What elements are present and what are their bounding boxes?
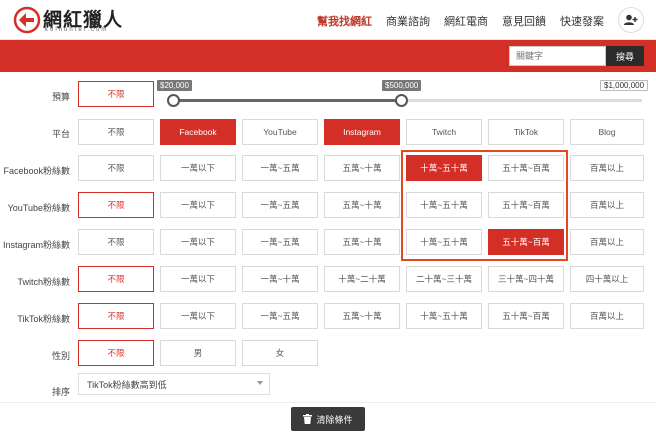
tiktok-opt-3[interactable]: 五萬~十萬 xyxy=(324,303,400,329)
platform-label: 平台 xyxy=(51,129,70,139)
twitch-opt-4[interactable]: 二十萬~三十萬 xyxy=(406,266,482,292)
budget-min-handle[interactable] xyxy=(167,94,180,107)
gender-label: 性別 xyxy=(51,351,70,361)
highlight-box xyxy=(401,150,568,261)
platform-facebook[interactable]: Facebook xyxy=(160,119,236,145)
tiktok-opt-1[interactable]: 一萬以下 xyxy=(160,303,236,329)
tiktok-opt-5[interactable]: 五十萬~百萬 xyxy=(488,303,564,329)
nav-quick-post[interactable]: 快速發案 xyxy=(560,13,604,29)
instagram-opt-unlimited[interactable]: 不限 xyxy=(78,229,154,255)
gender-opt-female[interactable]: 女 xyxy=(242,340,318,366)
budget-max-tag: $1,000,000 xyxy=(600,80,649,91)
budget-min-tag: $20,000 xyxy=(157,80,192,91)
instagram-opt-1[interactable]: 一萬以下 xyxy=(160,229,236,255)
sort-label: 排序 xyxy=(51,387,70,397)
facebook-opt-3[interactable]: 五萬~十萬 xyxy=(324,155,400,181)
platform-instagram[interactable]: Instagram xyxy=(324,119,400,145)
nav-find-kol[interactable]: 幫我找網紅 xyxy=(317,13,372,29)
clear-filters-button[interactable]: 清除條件 xyxy=(291,407,365,431)
youtube-opt-6[interactable]: 百萬以上 xyxy=(570,192,644,218)
twitch-opt-unlimited[interactable]: 不限 xyxy=(78,266,154,292)
budget-mid-tag: $500,000 xyxy=(382,80,422,91)
twitch-opt-1[interactable]: 一萬以下 xyxy=(160,266,236,292)
search-input[interactable] xyxy=(509,46,606,66)
budget-slider-range xyxy=(172,99,401,102)
tiktok-opt-unlimited[interactable]: 不限 xyxy=(78,303,154,329)
tiktok-opt-2[interactable]: 一萬~五萬 xyxy=(242,303,318,329)
instagram-opt-6[interactable]: 百萬以上 xyxy=(570,229,644,255)
budget-label: 預算 xyxy=(51,92,70,102)
tiktok-followers-label: TikTok粉絲數 xyxy=(17,314,70,324)
search-button[interactable]: 搜尋 xyxy=(606,46,644,66)
platform-unlimited[interactable]: 不限 xyxy=(78,119,154,145)
add-user-icon xyxy=(624,14,638,25)
tiktok-opt-6[interactable]: 百萬以上 xyxy=(570,303,644,329)
gender-opt-unlimited[interactable]: 不限 xyxy=(78,340,154,366)
nav-kol-ecommerce[interactable]: 網紅電商 xyxy=(444,13,488,29)
instagram-followers-label: Instagram粉絲數 xyxy=(2,240,70,250)
facebook-opt-2[interactable]: 一萬~五萬 xyxy=(242,155,318,181)
add-user-button[interactable] xyxy=(618,7,644,33)
nav-feedback[interactable]: 意見回饋 xyxy=(502,13,546,29)
budget-unlimited[interactable]: 不限 xyxy=(78,81,154,107)
platform-tiktok[interactable]: TikTok xyxy=(488,119,564,145)
platform-twitch[interactable]: Twitch xyxy=(406,119,482,145)
nav-business-consult[interactable]: 商業諮詢 xyxy=(386,13,430,29)
sort-value: TikTok粉絲數高到低 xyxy=(87,379,167,390)
trash-icon xyxy=(303,414,313,424)
sort-select[interactable]: TikTok粉絲數高到低 xyxy=(78,373,270,395)
platform-blog[interactable]: Blog xyxy=(570,119,644,145)
twitch-opt-3[interactable]: 十萬~二十萬 xyxy=(324,266,400,292)
budget-max-handle[interactable] xyxy=(395,94,408,107)
youtube-opt-2[interactable]: 一萬~五萬 xyxy=(242,192,318,218)
instagram-opt-3[interactable]: 五萬~十萬 xyxy=(324,229,400,255)
instagram-opt-2[interactable]: 一萬~五萬 xyxy=(242,229,318,255)
twitch-opt-6[interactable]: 四十萬以上 xyxy=(570,266,644,292)
logo-icon[interactable] xyxy=(13,6,41,34)
footer-divider xyxy=(0,402,656,403)
top-navbar: 網紅獵人 kolhunter.com 幫我找網紅 商業諮詢 網紅電商 意見回饋 … xyxy=(0,0,656,40)
youtube-followers-label: YouTube粉絲數 xyxy=(7,203,70,213)
twitch-opt-5[interactable]: 三十萬~四十萬 xyxy=(488,266,564,292)
facebook-opt-1[interactable]: 一萬以下 xyxy=(160,155,236,181)
facebook-opt-unlimited[interactable]: 不限 xyxy=(78,155,154,181)
youtube-opt-unlimited[interactable]: 不限 xyxy=(78,192,154,218)
logo-subtitle: kolhunter.com xyxy=(45,27,109,33)
facebook-followers-label: Facebook粉絲數 xyxy=(3,166,70,176)
tiktok-opt-4[interactable]: 十萬~五十萬 xyxy=(406,303,482,329)
chevron-down-icon xyxy=(257,381,263,385)
facebook-opt-6[interactable]: 百萬以上 xyxy=(570,155,644,181)
platform-youtube[interactable]: YouTube xyxy=(242,119,318,145)
twitch-opt-2[interactable]: 一萬~十萬 xyxy=(242,266,318,292)
twitch-followers-label: Twitch粉絲數 xyxy=(17,277,70,287)
youtube-opt-3[interactable]: 五萬~十萬 xyxy=(324,192,400,218)
gender-opt-male[interactable]: 男 xyxy=(160,340,236,366)
youtube-opt-1[interactable]: 一萬以下 xyxy=(160,192,236,218)
clear-filters-label: 清除條件 xyxy=(316,414,353,425)
